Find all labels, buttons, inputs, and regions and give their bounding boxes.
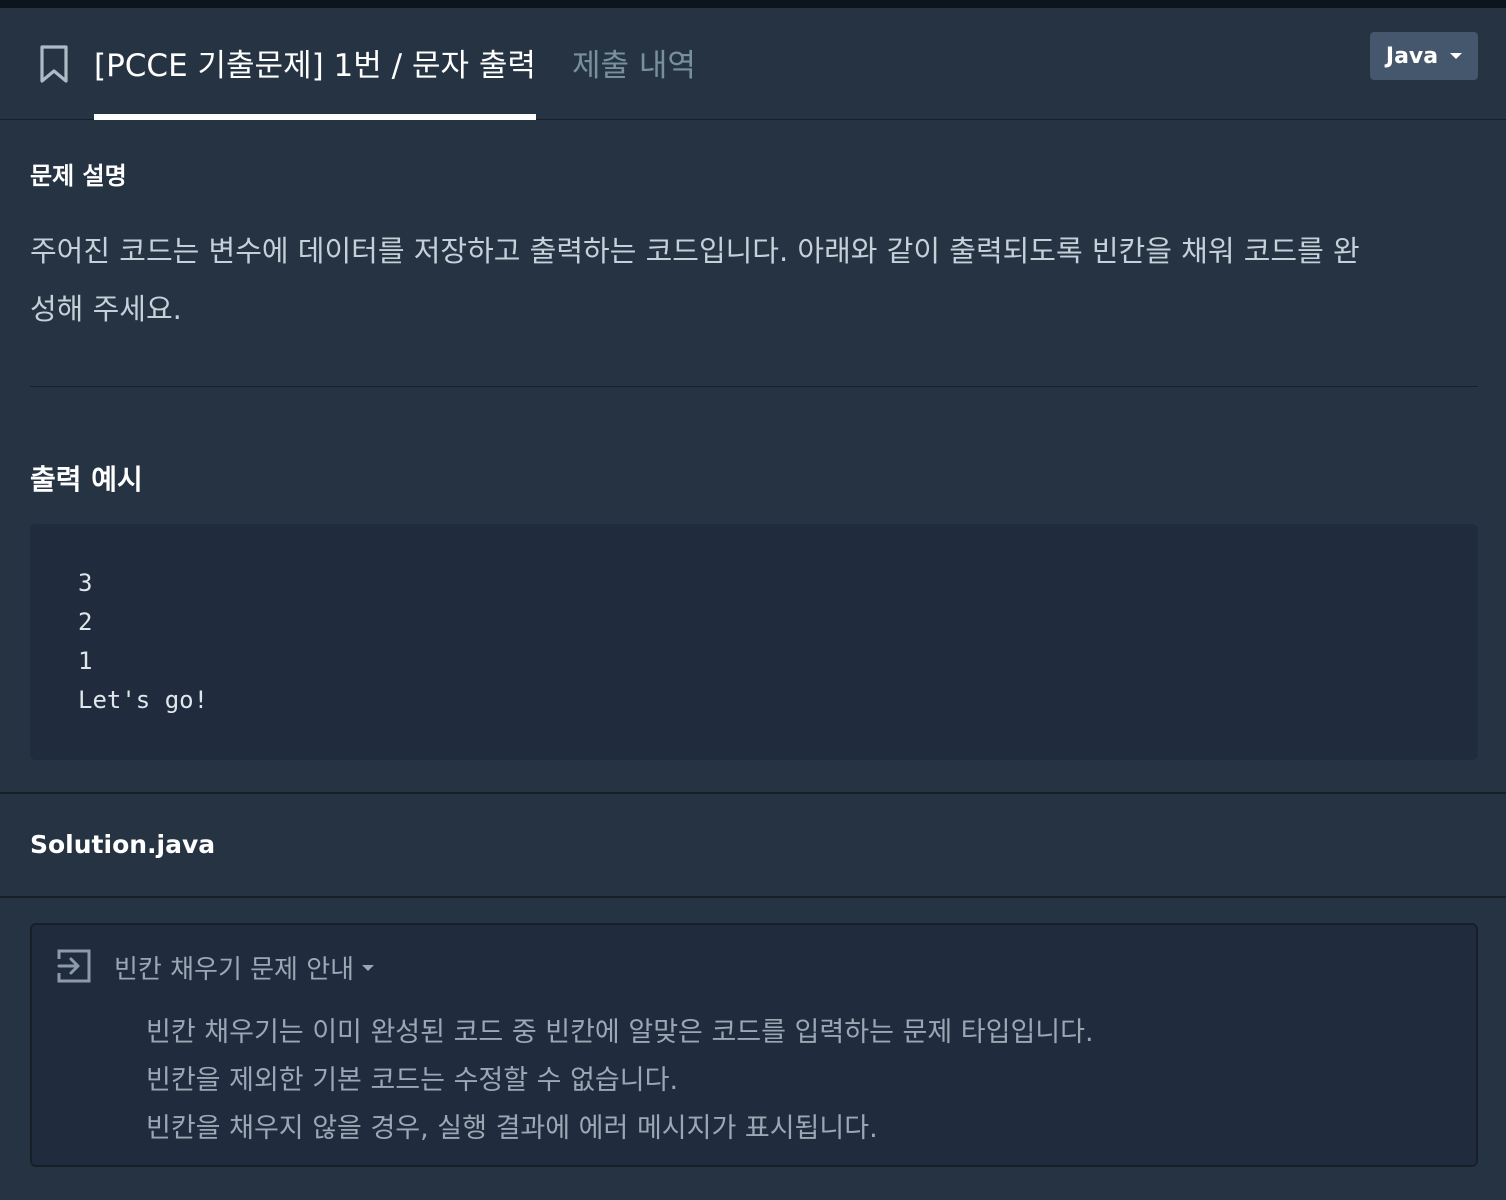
guide-content: 빈칸 채우기는 이미 완성된 코드 중 빈칸에 알맞은 코드를 입력하는 문제 … [146, 1009, 1094, 1153]
guide-toggle[interactable]: 빈칸 채우기 문제 안내 [114, 949, 375, 986]
guide-line: 빈칸을 제외한 기본 코드는 수정할 수 없습니다. [146, 1065, 679, 1096]
output-line: 1 [78, 647, 93, 675]
tab-submission-history[interactable]: 제출 내역 [572, 40, 696, 85]
language-select[interactable]: Java [1370, 32, 1478, 80]
enter-icon [57, 949, 91, 983]
file-name: Solution.java [30, 830, 216, 859]
output-line: Let's go! [78, 686, 209, 714]
problem-description: 주어진 코드는 변수에 데이터를 저장하고 출력하는 코드입니다. 아래와 같이… [30, 222, 1480, 338]
language-select-label: Java [1385, 43, 1439, 69]
output-line: 2 [78, 608, 93, 636]
caret-down-icon [1450, 53, 1463, 59]
bookmark-icon[interactable] [38, 44, 70, 84]
guide-line: 빈칸 채우기는 이미 완성된 코드 중 빈칸에 알맞은 코드를 입력하는 문제 … [146, 1017, 1094, 1048]
description-heading: 문제 설명 [30, 162, 127, 190]
guide-title: 빈칸 채우기 문제 안내 [114, 955, 355, 985]
output-example-heading: 출력 예시 [30, 463, 143, 496]
window-top-strip [0, 0, 1506, 8]
tab-problem[interactable]: [PCCE 기출문제] 1번 / 문자 출력 [94, 40, 536, 120]
section-separator [0, 792, 1506, 794]
fill-in-blank-guide: 빈칸 채우기 문제 안내 빈칸 채우기는 이미 완성된 코드 중 빈칸에 알맞은… [30, 923, 1478, 1167]
description-line: 주어진 코드는 변수에 데이터를 저장하고 출력하는 코드입니다. 아래와 같이… [30, 234, 1360, 268]
caret-down-icon [362, 964, 375, 971]
tab-problem-label: [PCCE 기출문제] 1번 / 문자 출력 [94, 48, 536, 84]
output-line: 3 [78, 569, 93, 597]
section-separator [0, 896, 1506, 898]
section-divider [30, 386, 1478, 387]
guide-line: 빈칸을 채우지 않을 경우, 실행 결과에 에러 메시지가 표시됩니다. [146, 1113, 878, 1144]
output-example-box: 3 2 1 Let's go! [30, 524, 1478, 760]
active-tab-underline [94, 114, 536, 120]
description-line: 성해 주세요. [30, 292, 182, 326]
output-example-code: 3 2 1 Let's go! [78, 564, 208, 720]
problem-header: [PCCE 기출문제] 1번 / 문자 출력 제출 내역 Java [0, 8, 1506, 120]
